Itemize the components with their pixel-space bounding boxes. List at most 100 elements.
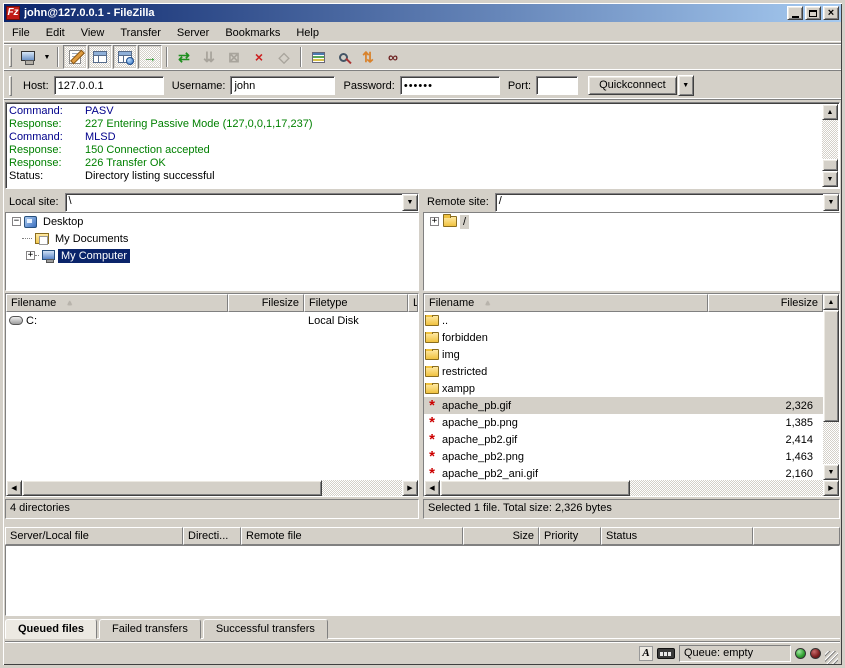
remote-file-row[interactable]: ..	[424, 312, 823, 329]
column-filesize[interactable]: Filesize	[228, 294, 304, 312]
menu-view[interactable]: View	[73, 25, 113, 41]
toggle-queue-button[interactable]: →	[138, 45, 162, 69]
filter-button[interactable]	[306, 45, 330, 69]
scroll-up-icon[interactable]: ▲	[823, 294, 839, 310]
site-manager-button[interactable]	[16, 45, 40, 69]
scroll-down-icon[interactable]: ▼	[823, 464, 839, 480]
process-queue-button[interactable]: ⇊	[197, 45, 221, 69]
menu-transfer[interactable]: Transfer	[112, 25, 169, 41]
host-input[interactable]	[54, 76, 164, 95]
column-remote-file[interactable]: Remote file	[241, 527, 463, 545]
menu-help[interactable]: Help	[288, 25, 327, 41]
refresh-button[interactable]: ⇄	[172, 45, 196, 69]
directory-comparison-button[interactable]	[331, 45, 355, 69]
scroll-left-icon[interactable]: ◀	[424, 480, 440, 496]
synchronized-browsing-button[interactable]: ⇅	[356, 45, 380, 69]
find-files-button[interactable]: ∞	[381, 45, 405, 69]
tab-successful-transfers[interactable]: Successful transfers	[203, 619, 328, 639]
tab-failed-transfers[interactable]: Failed transfers	[99, 619, 201, 639]
password-input[interactable]	[400, 76, 500, 95]
local-site-label: Local site:	[5, 196, 65, 208]
quickbar-grip[interactable]	[9, 76, 12, 96]
local-hscrollbar[interactable]: ◀ ▶	[6, 480, 418, 496]
tree-item-desktop[interactable]: − Desktop	[6, 213, 418, 230]
scroll-up-icon[interactable]: ▲	[822, 104, 838, 120]
column-filename[interactable]: Filename▲	[424, 294, 708, 312]
local-site-combobox[interactable]: \ ▼	[65, 193, 419, 212]
combo-dropdown-icon[interactable]: ▼	[402, 194, 418, 211]
resize-grip[interactable]	[825, 651, 838, 664]
tree-item-root[interactable]: + /	[424, 213, 839, 230]
collapse-icon[interactable]: −	[12, 217, 21, 226]
column-last-modified[interactable]: L	[408, 294, 418, 312]
remote-file-row-selected[interactable]: *apache_pb.gif2,326	[424, 397, 823, 414]
scroll-down-icon[interactable]: ▼	[822, 171, 838, 187]
tree-item-my-computer[interactable]: + My Computer	[6, 247, 418, 264]
close-icon: ×	[828, 8, 834, 19]
quickconnect-dropdown[interactable]: ▼	[678, 75, 694, 96]
remote-file-row[interactable]: img	[424, 346, 823, 363]
combo-dropdown-icon[interactable]: ▼	[823, 194, 839, 211]
scroll-thumb[interactable]	[822, 159, 838, 171]
column-status[interactable]: Status	[601, 527, 753, 545]
column-server-local-file[interactable]: Server/Local file	[5, 527, 183, 545]
remote-site-combobox[interactable]: / ▼	[495, 193, 840, 212]
column-direction[interactable]: Directi...	[183, 527, 241, 545]
expand-icon[interactable]: +	[26, 251, 35, 260]
scroll-right-icon[interactable]: ▶	[823, 480, 839, 496]
remote-file-row[interactable]: *apache_pb2.png1,463	[424, 448, 823, 465]
local-site-value: \	[66, 194, 402, 211]
port-input[interactable]	[536, 76, 578, 95]
local-file-row[interactable]: C: Local Disk	[6, 312, 418, 329]
scroll-thumb[interactable]	[440, 480, 630, 496]
cancel-operation-button[interactable]: ⊠	[222, 45, 246, 69]
quickconnect-button[interactable]: Quickconnect	[588, 76, 677, 95]
tree-item-my-documents[interactable]: My Documents	[6, 230, 418, 247]
toolbar-separator	[57, 47, 59, 67]
column-filename[interactable]: Filename▲	[6, 294, 228, 312]
toggle-message-log-button[interactable]	[63, 45, 87, 69]
toggle-local-tree-button[interactable]	[88, 45, 112, 69]
remote-hscrollbar[interactable]: ◀ ▶	[424, 480, 839, 496]
scroll-thumb[interactable]	[22, 480, 322, 496]
remote-file-row[interactable]: restricted	[424, 363, 823, 380]
remote-file-row[interactable]: *apache_pb2_ani.gif2,160	[424, 465, 823, 480]
remote-site-label: Remote site:	[423, 196, 495, 208]
remote-list-body: .. forbidden img restricted xampp *apach…	[424, 312, 823, 480]
expand-icon[interactable]: +	[430, 217, 439, 226]
column-filetype[interactable]: Filetype	[304, 294, 408, 312]
username-input[interactable]	[230, 76, 335, 95]
abort-icon: ◇	[279, 50, 290, 64]
disconnect-button[interactable]: ×	[247, 45, 271, 69]
menu-file[interactable]: File	[4, 25, 38, 41]
abort-button[interactable]: ◇	[272, 45, 296, 69]
toggle-remote-tree-button[interactable]	[113, 45, 137, 69]
menu-server[interactable]: Server	[169, 25, 217, 41]
remote-vscrollbar[interactable]: ▲ ▼	[823, 294, 839, 480]
minimize-button[interactable]	[787, 6, 803, 20]
remote-file-row[interactable]: *apache_pb2.gif2,414	[424, 431, 823, 448]
remote-file-row[interactable]: *apache_pb.png1,385	[424, 414, 823, 431]
column-filesize[interactable]: Filesize	[708, 294, 823, 312]
remote-file-row[interactable]: forbidden	[424, 329, 823, 346]
maximize-button[interactable]	[805, 6, 821, 20]
titlebar[interactable]: Fz john@127.0.0.1 - FileZilla ×	[4, 4, 841, 22]
close-button[interactable]: ×	[823, 6, 839, 20]
column-size[interactable]: Size	[463, 527, 539, 545]
menu-edit[interactable]: Edit	[38, 25, 73, 41]
remote-file-row[interactable]: xampp	[424, 380, 823, 397]
column-priority[interactable]: Priority	[539, 527, 601, 545]
my-documents-icon	[35, 233, 49, 244]
tab-queued-files[interactable]: Queued files	[5, 619, 97, 639]
scroll-right-icon[interactable]: ▶	[402, 480, 418, 496]
column-empty	[753, 527, 840, 545]
host-label: Host:	[23, 80, 49, 92]
site-manager-dropdown[interactable]: ▼	[41, 45, 53, 69]
log-scrollbar[interactable]: ▲ ▼	[822, 104, 838, 187]
toolbar-grip[interactable]	[9, 47, 12, 67]
tree-connector	[35, 255, 39, 256]
scroll-thumb[interactable]	[823, 310, 839, 422]
toolbar-separator	[300, 47, 302, 67]
scroll-left-icon[interactable]: ◀	[6, 480, 22, 496]
menu-bookmarks[interactable]: Bookmarks	[217, 25, 288, 41]
